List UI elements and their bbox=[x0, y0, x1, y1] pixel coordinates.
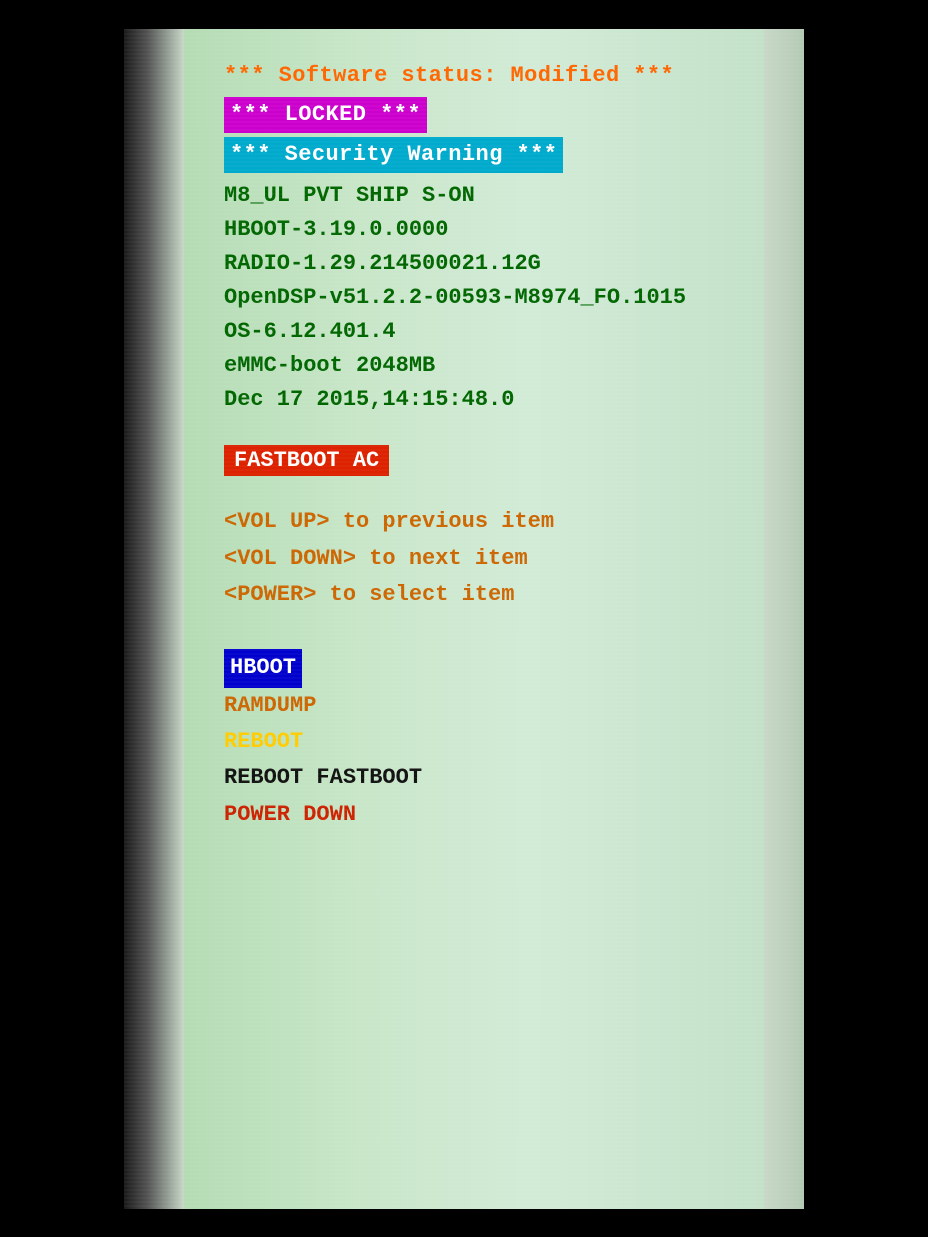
menu-section: HBOOT RAMDUMP REBOOT REBOOT FASTBOOT POW… bbox=[224, 649, 784, 832]
nav-line-0: <VOL UP> to previous item bbox=[224, 504, 784, 540]
fastboot-badge: FASTBOOT AC bbox=[224, 445, 389, 476]
info-line-5: eMMC-boot 2048MB bbox=[224, 349, 784, 383]
phone-screen: *** Software status: Modified *** *** LO… bbox=[124, 29, 804, 1209]
nav-line-2: <POWER> to select item bbox=[224, 577, 784, 613]
locked-badge: *** LOCKED *** bbox=[224, 97, 427, 133]
right-edge-fade bbox=[764, 29, 804, 1209]
info-line-4: OS-6.12.401.4 bbox=[224, 315, 784, 349]
spacer-2 bbox=[224, 476, 784, 504]
menu-hboot-line[interactable]: HBOOT bbox=[224, 649, 784, 687]
software-status-text: *** Software status: Modified *** bbox=[224, 63, 674, 88]
menu-reboot[interactable]: REBOOT bbox=[224, 724, 784, 760]
info-line-1: HBOOT-3.19.0.0000 bbox=[224, 213, 784, 247]
menu-power-down[interactable]: POWER DOWN bbox=[224, 797, 784, 833]
info-line-0: M8_UL PVT SHIP S-ON bbox=[224, 179, 784, 213]
spacer-1 bbox=[224, 417, 784, 445]
nav-line-1: <VOL DOWN> to next item bbox=[224, 541, 784, 577]
software-status-line: *** Software status: Modified *** bbox=[224, 59, 784, 93]
left-edge-shadow bbox=[124, 29, 184, 1209]
menu-hboot[interactable]: HBOOT bbox=[224, 649, 302, 687]
fastboot-line: FASTBOOT AC bbox=[224, 445, 784, 476]
screen-content: *** Software status: Modified *** *** LO… bbox=[124, 29, 804, 853]
menu-reboot-fastboot[interactable]: REBOOT FASTBOOT bbox=[224, 760, 784, 796]
security-warning-line: *** Security Warning *** bbox=[224, 137, 784, 173]
info-line-3: OpenDSP-v51.2.2-00593-M8974_FO.1015 bbox=[224, 281, 784, 315]
locked-line: *** LOCKED *** bbox=[224, 97, 784, 133]
info-line-6: Dec 17 2015,14:15:48.0 bbox=[224, 383, 784, 417]
menu-ramdump[interactable]: RAMDUMP bbox=[224, 688, 784, 724]
security-warning-badge: *** Security Warning *** bbox=[224, 137, 563, 173]
info-line-2: RADIO-1.29.214500021.12G bbox=[224, 247, 784, 281]
spacer-3 bbox=[224, 613, 784, 641]
